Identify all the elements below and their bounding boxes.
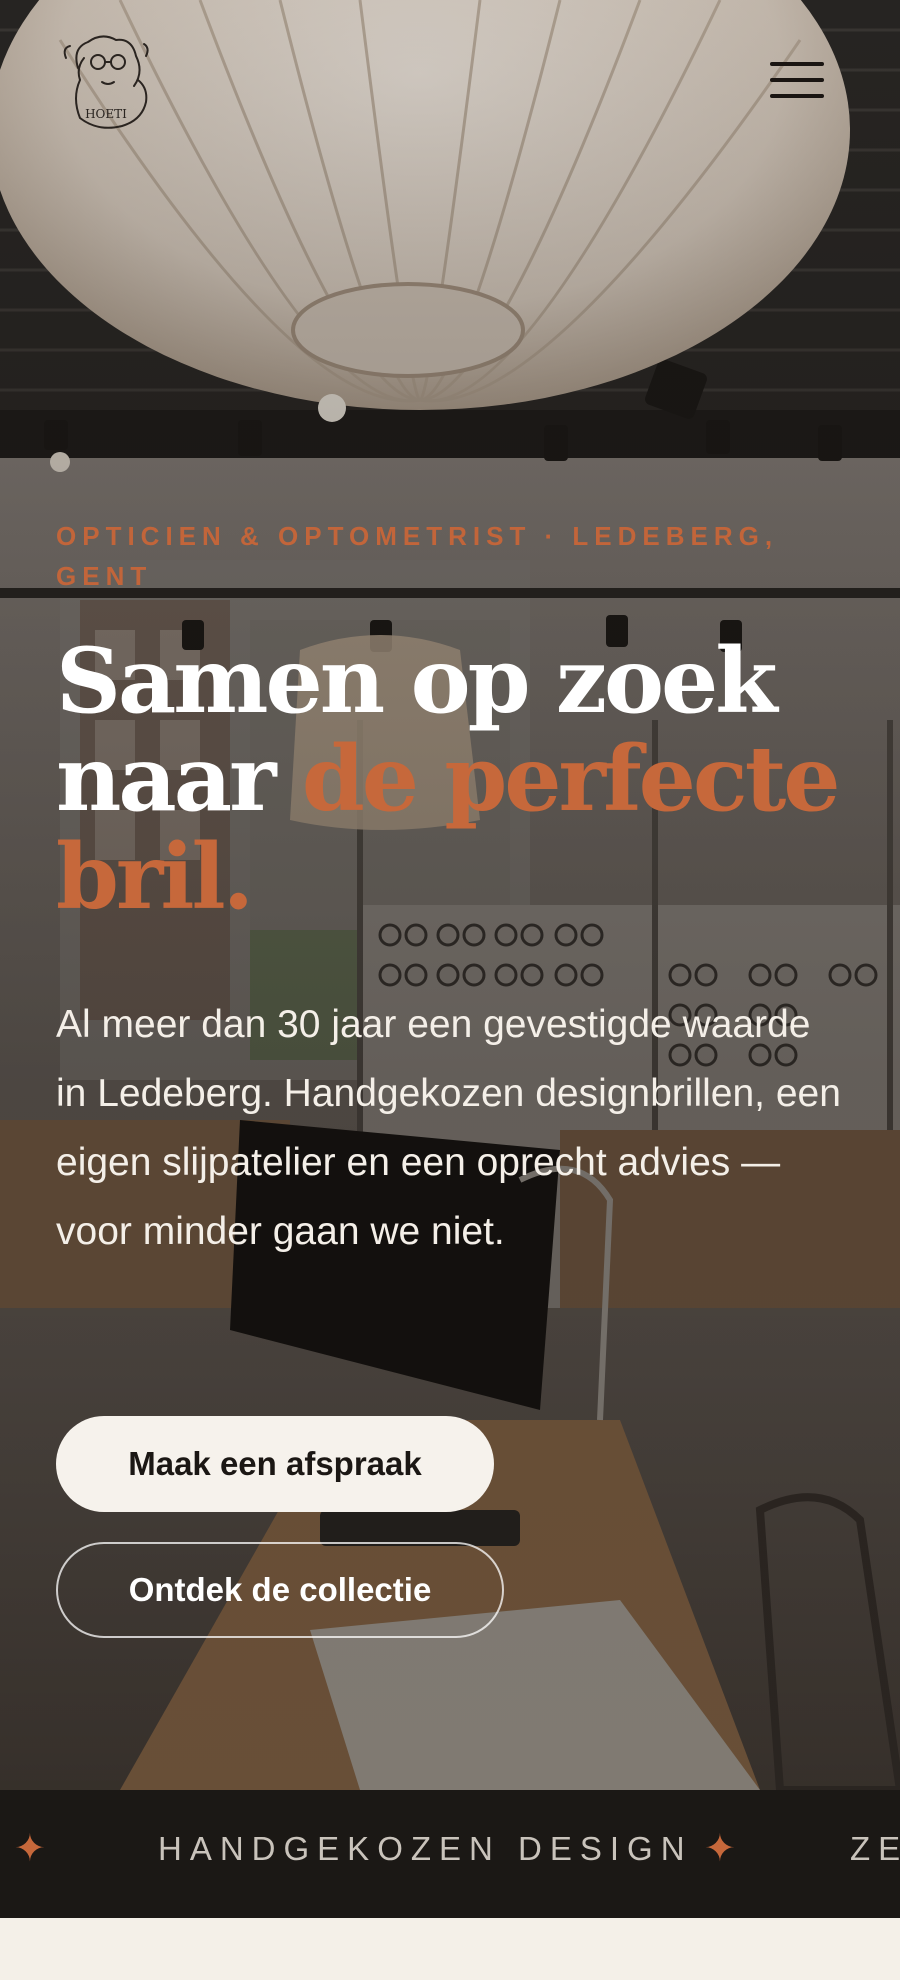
hero-eyebrow: OPTICIEN & OPTOMETRIST · LEDEBERG, GENT <box>56 521 779 591</box>
hero-section: HOETI OPTICIEN & OPTOMETRIST · LEDEBERG,… <box>0 0 900 1790</box>
explore-collection-button[interactable]: Ontdek de collectie <box>56 1542 504 1638</box>
four-point-star-icon: ✦ <box>704 1826 736 1870</box>
book-appointment-button[interactable]: Maak een afspraak <box>56 1416 494 1512</box>
four-point-star-icon: ✦ <box>14 1826 46 1870</box>
hoeti-logo[interactable]: HOETI <box>58 28 154 136</box>
logo-wordmark: HOETI <box>85 107 127 121</box>
usp-marquee: ✦ HANDGEKOZEN DESIGN ✦ ZE <box>0 1790 900 1918</box>
hamburger-menu-icon <box>770 62 824 66</box>
menu-button[interactable] <box>766 56 826 106</box>
marquee-item: HANDGEKOZEN DESIGN <box>158 1830 693 1867</box>
hero-headline: Samen op zoek naar de perfecte bril. <box>56 632 856 926</box>
marquee-item: ZE <box>850 1830 900 1867</box>
hero-description: Al meer dan 30 jaar een gevestigde waard… <box>56 1003 841 1253</box>
next-section-start <box>0 1918 900 1980</box>
